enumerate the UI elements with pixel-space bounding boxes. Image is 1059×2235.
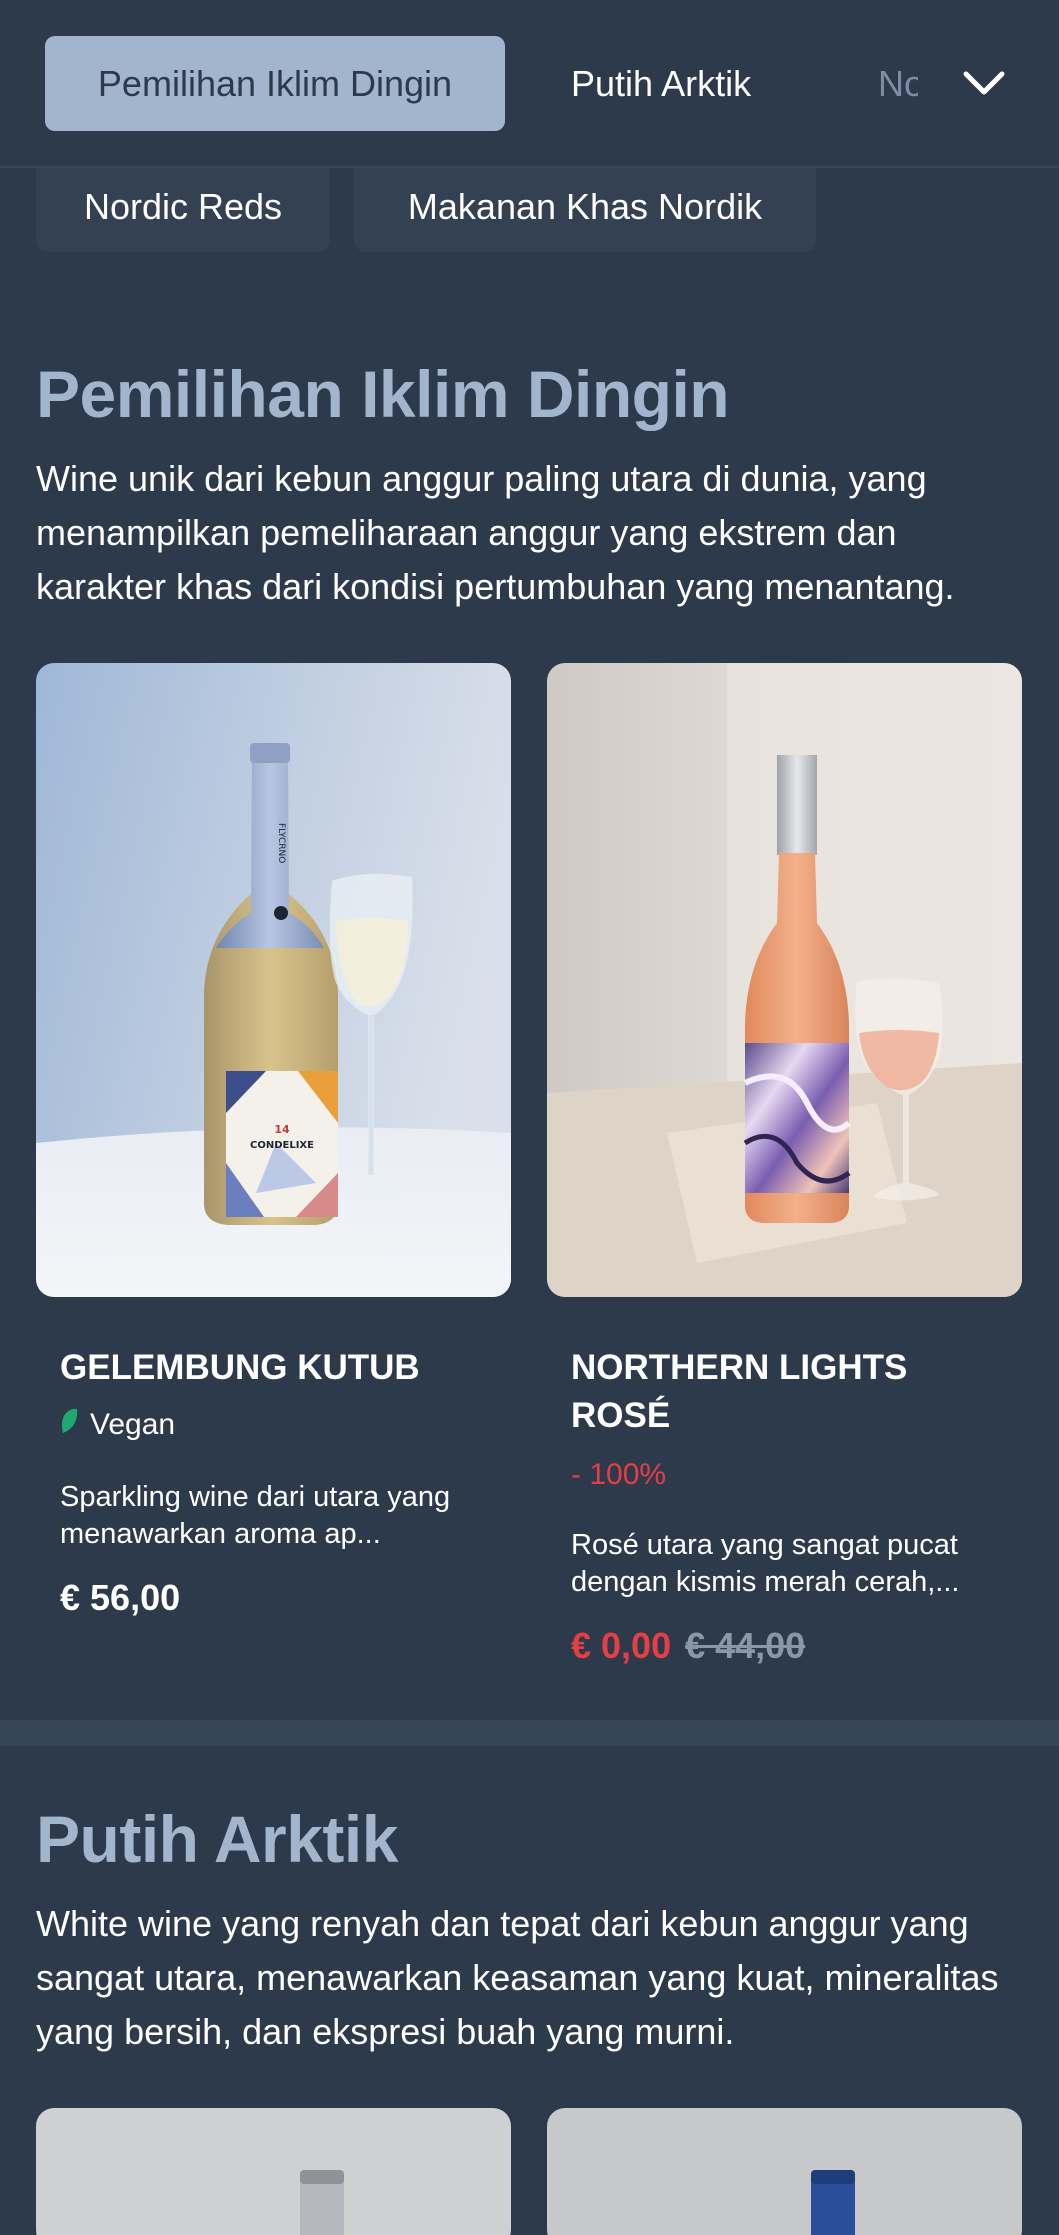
product-description: Sparkling wine dari utara yang menawarka… (60, 1481, 451, 1550)
product-description: Rosé utara yang sangat pucat dengan kism… (571, 1529, 960, 1598)
product-image-northern-lights-rose[interactable] (547, 663, 1022, 1297)
product-image-arctic-white-2[interactable] (547, 2108, 1022, 2235)
chip-label: Makanan Khas Nordik (407, 186, 763, 227)
tab-arctic-white[interactable]: Putih Arktik (571, 36, 751, 131)
original-price: € 44,00 (685, 1625, 806, 1666)
tab-label: Nordic Reds (878, 62, 918, 104)
tab-label: Putih Arktik (571, 62, 752, 104)
sale-price: € 0,00 (571, 1625, 672, 1666)
product-image-arctic-white-1[interactable] (36, 2108, 511, 2235)
category-tab-bar: Pemilihan Iklim Dingin Putih Arktik Nord… (0, 0, 1059, 168)
product-price-group: € 0,00 € 44,00 (571, 1625, 805, 1667)
chevron-down-icon[interactable] (958, 58, 1010, 110)
section-title: Putih Arktik (36, 1802, 398, 1876)
tab-nordic-reds[interactable]: Nordic Reds (878, 36, 918, 131)
chip-label: Nordic Reds (83, 186, 283, 227)
discount-badge: - 100% (571, 1458, 667, 1491)
tab-cold-climate[interactable]: Pemilihan Iklim Dingin (45, 36, 505, 131)
label-number: 14 (274, 1123, 290, 1136)
vegan-badge: Vegan (60, 1408, 175, 1442)
section-divider (0, 1720, 1059, 1746)
vegan-label: Vegan (90, 1408, 176, 1441)
label-brand: CONDELIXE (250, 1140, 314, 1151)
leaf-icon (60, 1408, 78, 1442)
neck-label: FLYCRNO (276, 823, 286, 863)
product-image-gelembung-kutub[interactable]: 14 CONDELIXE FLYCRNO (36, 663, 511, 1297)
section-description: White wine yang renyah dan tepat dari ke… (36, 1903, 999, 2052)
section-description: Wine unik dari kebun anggur paling utara… (36, 458, 955, 607)
tab-label: Pemilihan Iklim Dingin (97, 62, 453, 104)
section-title: Pemilihan Iklim Dingin (36, 357, 730, 431)
product-name[interactable]: GELEMBUNG KUTUB (60, 1344, 480, 1392)
product-price: € 56,00 (60, 1577, 181, 1618)
product-name[interactable]: NORTHERN LIGHTS ROSÉ (571, 1344, 991, 1440)
